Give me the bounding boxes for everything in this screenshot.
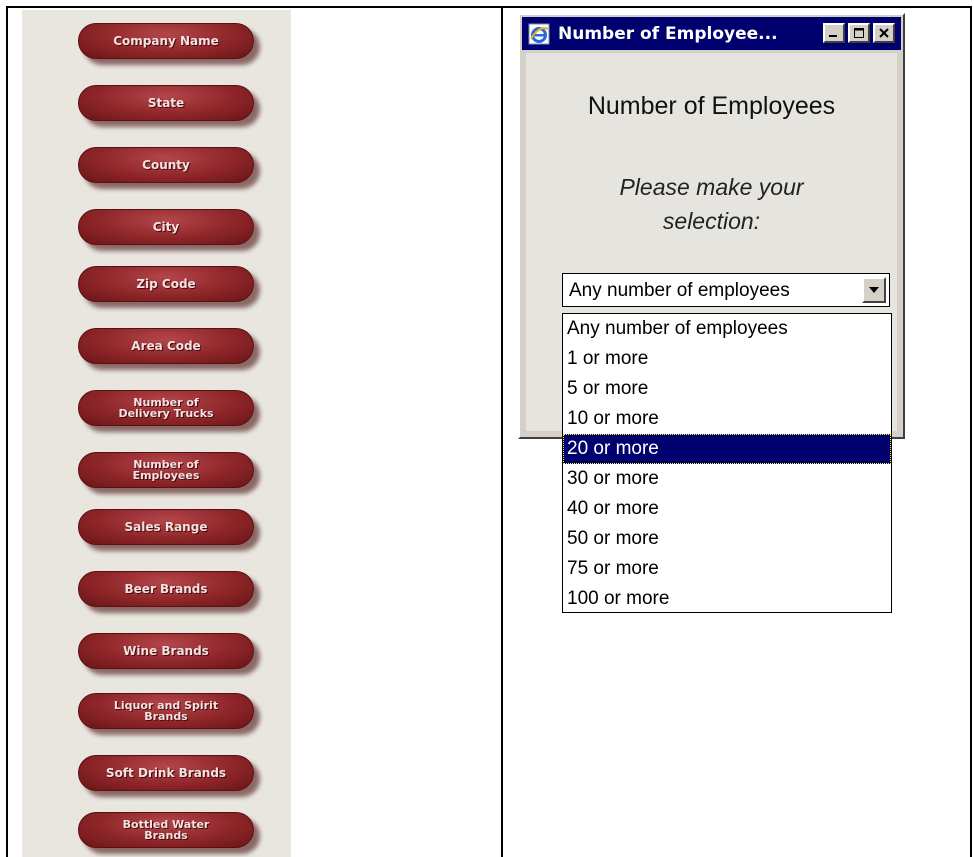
sales-range-button[interactable]: Sales Range	[78, 509, 254, 545]
state-button[interactable]: State	[78, 85, 254, 121]
window-title: Number of Employee...	[558, 23, 778, 44]
option-any[interactable]: Any number of employees	[563, 314, 891, 344]
window-titlebar[interactable]: Number of Employee...	[522, 17, 901, 50]
city-button[interactable]: City	[78, 209, 254, 245]
zip-code-button[interactable]: Zip Code	[78, 266, 254, 302]
delivery-trucks-button[interactable]: Number of Delivery Trucks	[78, 390, 254, 426]
employees-button[interactable]: Number of Employees	[78, 452, 254, 488]
option-5-or-more[interactable]: 5 or more	[563, 374, 891, 404]
employees-select[interactable]: Any number of employees	[562, 273, 890, 307]
browser-icon	[528, 23, 550, 44]
option-50-or-more[interactable]: 50 or more	[563, 524, 891, 554]
maximize-icon	[854, 28, 864, 38]
dropdown-arrow-button[interactable]	[862, 277, 886, 303]
selected-value: Any number of employees	[569, 280, 790, 301]
option-30-or-more[interactable]: 30 or more	[563, 464, 891, 494]
search-criteria-sidebar: Company Name State County City Zip Code …	[22, 10, 291, 857]
option-100-or-more[interactable]: 100 or more	[563, 584, 891, 614]
employees-options-list[interactable]: Any number of employees 1 or more 5 or m…	[562, 313, 892, 613]
company-name-button[interactable]: Company Name	[78, 23, 254, 59]
wine-brands-button[interactable]: Wine Brands	[78, 633, 254, 669]
liquor-spirit-brands-button[interactable]: Liquor and Spirit Brands	[78, 693, 254, 729]
minimize-button[interactable]	[823, 23, 845, 43]
close-icon	[879, 28, 889, 38]
county-button[interactable]: County	[78, 147, 254, 183]
minimize-icon	[829, 35, 837, 37]
bottled-water-brands-button[interactable]: Bottled Water Brands	[78, 812, 254, 848]
chevron-down-icon	[869, 287, 879, 293]
close-button[interactable]	[873, 23, 895, 43]
option-75-or-more[interactable]: 75 or more	[563, 554, 891, 584]
option-40-or-more[interactable]: 40 or more	[563, 494, 891, 524]
column-divider	[501, 6, 503, 857]
option-1-or-more[interactable]: 1 or more	[563, 344, 891, 374]
selection-prompt: Please make your selection:	[619, 174, 804, 234]
beer-brands-button[interactable]: Beer Brands	[78, 571, 254, 607]
option-10-or-more[interactable]: 10 or more	[563, 404, 891, 434]
area-code-button[interactable]: Area Code	[78, 328, 254, 364]
popup-heading: Number of Employees	[587, 92, 836, 120]
maximize-button[interactable]	[848, 23, 870, 43]
soft-drink-brands-button[interactable]: Soft Drink Brands	[78, 755, 254, 791]
option-20-or-more[interactable]: 20 or more	[563, 434, 891, 464]
